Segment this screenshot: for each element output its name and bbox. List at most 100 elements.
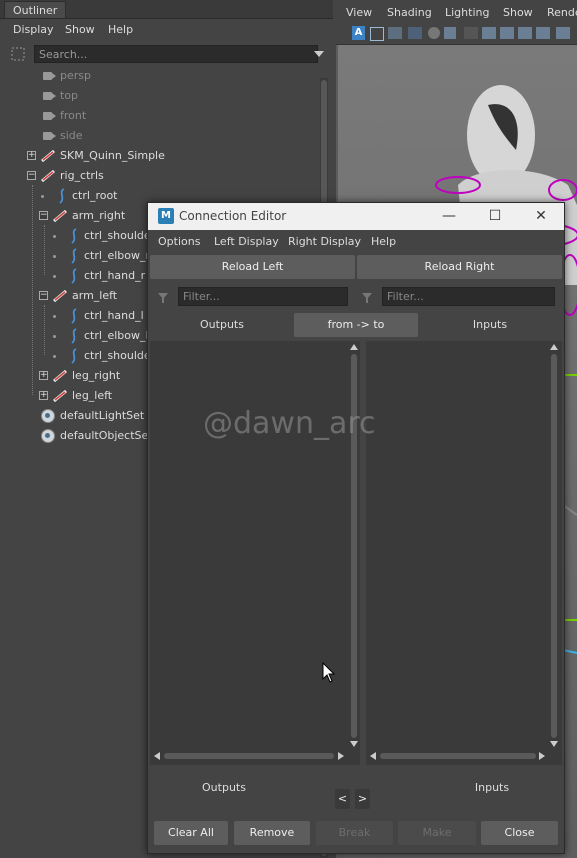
right-attribute-list[interactable] (366, 341, 562, 765)
shaded-icon[interactable] (428, 27, 440, 39)
menu-right-display[interactable]: Right Display (288, 231, 361, 253)
ce-menubar: Options Left Display Right Display Help (148, 231, 564, 253)
outliner-tabbar: Outliner (0, 0, 333, 19)
left-filter-input[interactable]: Filter... (178, 287, 348, 306)
reload-left-button[interactable]: Reload Left (150, 255, 355, 279)
close-button[interactable]: Close (481, 821, 558, 845)
menu-help[interactable]: Help (371, 231, 396, 253)
menu-show[interactable]: Show (503, 0, 533, 26)
curve-icon (71, 328, 77, 344)
textured-icon[interactable] (444, 27, 456, 39)
ao-icon[interactable] (536, 27, 550, 39)
prev-button[interactable]: < (335, 789, 350, 809)
outliner-search-row: Search... (8, 44, 326, 64)
grid-icon[interactable] (388, 27, 402, 39)
remove-button[interactable]: Remove (234, 821, 310, 845)
item-label: arm_right (72, 209, 126, 222)
filter-icon (158, 293, 168, 303)
camera-icon (43, 132, 56, 140)
scroll-down-icon[interactable] (550, 741, 558, 747)
viewport-menubar: View Shading Lighting Show Rende (336, 0, 577, 24)
break-button[interactable]: Break (316, 821, 393, 845)
object-set-icon (41, 429, 55, 443)
menu-lighting[interactable]: Lighting (445, 0, 489, 26)
list-item[interactable]: top (0, 86, 320, 106)
menu-left-display[interactable]: Left Display (214, 231, 279, 253)
xray-icon[interactable] (518, 27, 532, 39)
filter-icon (362, 293, 372, 303)
light-set-icon (41, 409, 55, 423)
window-titlebar[interactable]: M Connection Editor — ☐ ✕ (148, 203, 564, 230)
right-filter-input[interactable]: Filter... (382, 287, 555, 306)
expand-icon[interactable]: + (39, 371, 48, 380)
connection-editor-window: M Connection Editor — ☐ ✕ Options Left D… (147, 202, 565, 854)
scroll-up-icon[interactable] (550, 344, 558, 350)
clear-all-button[interactable]: Clear All (154, 821, 228, 845)
direction-toggle-button[interactable]: from -> to (294, 313, 418, 337)
scroll-up-icon[interactable] (350, 344, 358, 350)
next-button[interactable]: > (355, 789, 370, 809)
menu-renderer[interactable]: Rende (547, 0, 577, 26)
frame-icon[interactable] (370, 27, 384, 41)
menu-display[interactable]: Display (13, 19, 54, 41)
joint-icon (41, 149, 55, 163)
menu-view[interactable]: View (346, 0, 372, 26)
isolate-icon[interactable] (500, 27, 514, 39)
close-window-button[interactable]: ✕ (518, 203, 564, 230)
camera-icon (43, 112, 56, 120)
bottom-inputs-label: Inputs (474, 781, 510, 794)
list-item[interactable]: front (0, 106, 320, 126)
joint-icon (53, 209, 67, 223)
joint-icon (53, 369, 67, 383)
item-label: persp (60, 69, 91, 82)
list-item[interactable]: − rig_ctrls (0, 166, 320, 186)
item-label: ctrl_hand_r (84, 269, 146, 282)
make-button[interactable]: Make (398, 821, 476, 845)
list-item[interactable]: + SKM_Quinn_Simple (0, 146, 320, 166)
scroll-left-icon[interactable] (154, 752, 160, 760)
outliner-tab[interactable]: Outliner (4, 1, 67, 18)
collapse-icon[interactable]: − (39, 211, 48, 220)
select-region-icon[interactable] (8, 44, 28, 64)
camera-icon[interactable] (482, 27, 496, 39)
all-objects-icon[interactable]: A (352, 26, 365, 40)
search-dropdown-icon[interactable] (314, 51, 324, 57)
expand-icon[interactable]: + (39, 391, 48, 400)
search-input[interactable]: Search... (34, 45, 318, 63)
right-hscroll-thumb[interactable] (380, 753, 536, 759)
collapse-icon[interactable]: − (27, 171, 36, 180)
outliner-menubar: Display Show Help (0, 19, 333, 41)
aa-icon[interactable] (556, 27, 570, 39)
item-label: ctrl_shoulde (84, 349, 151, 362)
tree-dot (53, 315, 56, 318)
tree-dot (53, 255, 56, 258)
scroll-left-icon[interactable] (370, 752, 376, 760)
list-item[interactable]: side (0, 126, 320, 146)
item-label: ctrl_hand_l (84, 309, 144, 322)
scroll-right-icon[interactable] (539, 752, 545, 760)
left-hscroll-thumb[interactable] (164, 753, 334, 759)
tree-dot (53, 275, 56, 278)
wireframe-icon[interactable] (408, 27, 422, 39)
left-attribute-list[interactable] (150, 341, 360, 765)
maximize-button[interactable]: ☐ (472, 203, 518, 230)
scroll-right-icon[interactable] (338, 752, 344, 760)
menu-shading[interactable]: Shading (387, 0, 432, 26)
item-label: defaultLightSet (60, 409, 145, 422)
menu-options[interactable]: Options (158, 231, 200, 253)
lights-icon[interactable] (464, 27, 478, 39)
list-item[interactable]: persp (0, 66, 320, 86)
minimize-button[interactable]: — (426, 203, 472, 230)
reload-right-button[interactable]: Reload Right (357, 255, 562, 279)
menu-show[interactable]: Show (65, 19, 95, 41)
menu-help[interactable]: Help (108, 19, 133, 41)
expand-icon[interactable]: + (27, 151, 36, 160)
right-vscroll-thumb[interactable] (551, 354, 557, 738)
viewport-toolbar: A (336, 24, 577, 45)
scroll-down-icon[interactable] (350, 741, 358, 747)
item-label: ctrl_shoulde (84, 229, 151, 242)
collapse-icon[interactable]: − (39, 291, 48, 300)
joint-icon (53, 289, 67, 303)
window-title: Connection Editor (179, 209, 287, 223)
bottom-outputs-label: Outputs (202, 781, 246, 794)
